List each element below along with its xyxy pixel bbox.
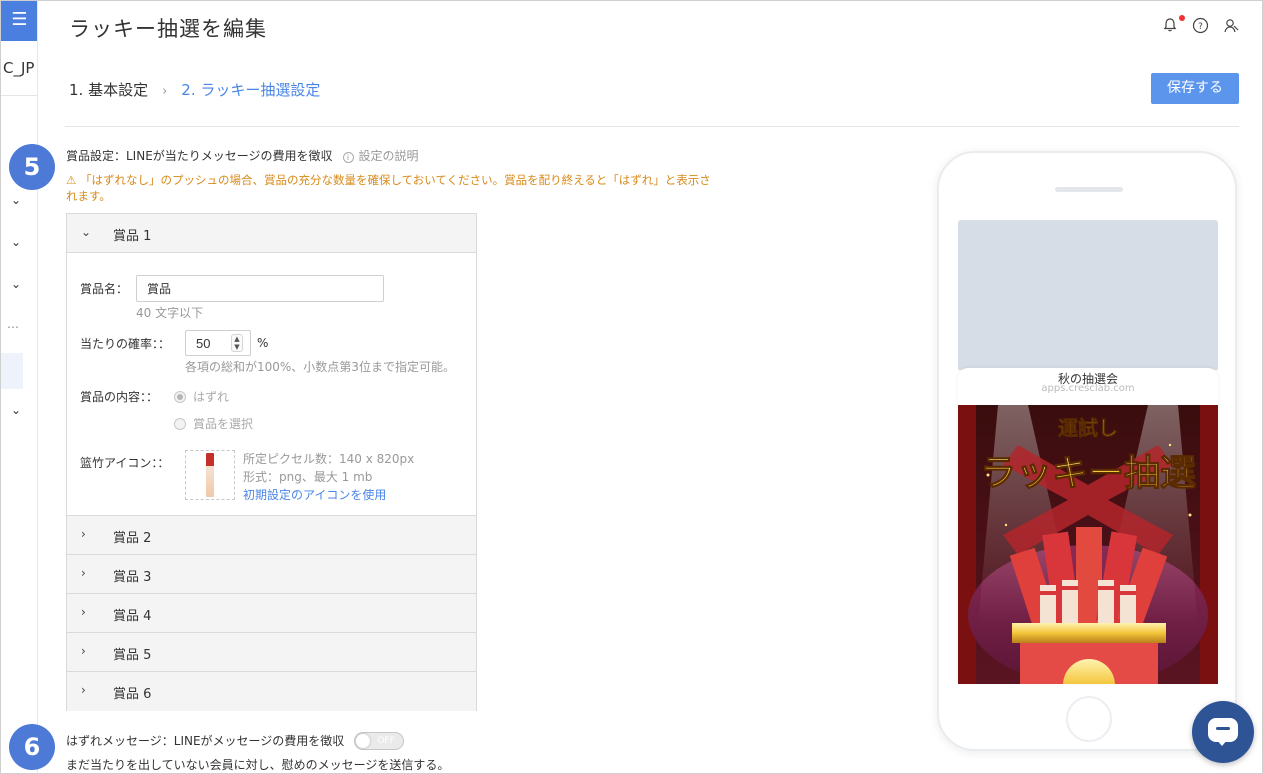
phone-home-button [1066, 696, 1112, 742]
warning-text: ⚠ 「はずれなし」のプッシュの場合、賞品の充分な数量を確保しておいてください。賞… [66, 173, 711, 203]
settings-help-link[interactable]: i 設定の説明 [342, 149, 419, 163]
sidebar-item-active[interactable] [1, 353, 23, 389]
chevron-down-icon: ⌄ [81, 225, 92, 239]
percent-unit: % [257, 336, 269, 350]
notification-dot [1179, 15, 1185, 21]
sidebar-divider [1, 95, 37, 96]
toggle-state: OFF [377, 736, 395, 746]
step-basic-settings[interactable]: 1. 基本設定 [69, 81, 148, 99]
step-breadcrumb: 1. 基本設定 › 2. ラッキー抽選設定 [69, 79, 320, 100]
svg-text:?: ? [1198, 22, 1203, 32]
miss-message-desc: まだ当たりを出していない会員に対し、慰めのメッセージを送信する。 [66, 758, 450, 772]
chevron-down-icon[interactable]: ⌄ [11, 193, 21, 207]
prize-accordion: ⌄ 賞品 1 賞品名： 40 文字以下 当たりの確率：： ▲▼ % 各項の総和が… [66, 213, 477, 711]
radio-miss-label: はずれ [193, 390, 230, 404]
prize-name-label: 賞品名： [80, 282, 129, 296]
preview-url: apps.cresclab.com [1041, 383, 1135, 394]
icon-format-spec: 形式：png、最大 1 mb [243, 470, 373, 484]
prize-header-5[interactable]: › 賞品 5 [67, 633, 476, 672]
chevron-right-icon: › [81, 527, 86, 541]
chevron-right-icon: › [81, 566, 86, 580]
prize-1-form: 賞品名： 40 文字以下 当たりの確率：： ▲▼ % 各項の総和が100%、小数… [67, 254, 476, 516]
lottery-banner: 運試し ラッキー抽選 [958, 405, 1218, 684]
prize-header-6[interactable]: › 賞品 6 [67, 672, 476, 711]
miss-message-label: はずれメッセージ：LINEがメッセージの費用を徴収 [66, 734, 345, 748]
phone-speaker [1055, 187, 1123, 192]
chat-icon-tail [1216, 739, 1228, 746]
probability-hint: 各項の総和が100%、小数点第3位まで指定可能。 [185, 360, 455, 374]
use-default-icon-link[interactable]: 初期設定のアイコンを使用 [243, 486, 414, 504]
step-badge-6: 6 [9, 724, 55, 770]
account-code: C_JP [3, 59, 35, 77]
phone-preview: 秋の抽選会 apps.cresclab.com 運試し ラッキー抽選 [937, 151, 1237, 751]
lottery-stick-image [206, 453, 214, 497]
chevron-right-icon: › [81, 683, 86, 697]
miss-message-toggle[interactable]: OFF [354, 732, 405, 750]
prize-content-label: 賞品の内容：： [80, 390, 159, 404]
prize-header-4[interactable]: › 賞品 4 [67, 594, 476, 633]
prize-settings-title: 賞品設定：LINEが当たりメッセージの費用を徴収 [66, 149, 333, 163]
probability-stepper[interactable]: ▲ ▼ [231, 334, 243, 352]
hamburger-icon[interactable]: ☰ [1, 1, 37, 41]
prize-label: 賞品 1 [113, 229, 152, 244]
prize-label: 賞品 6 [113, 687, 152, 702]
chevron-down-icon[interactable]: ⌄ [11, 235, 21, 249]
chevron-right-icon: › [162, 84, 168, 99]
prize-label: 賞品 5 [113, 648, 152, 663]
step-lottery-settings[interactable]: 2. ラッキー抽選設定 [181, 81, 320, 99]
miss-message-row: はずれメッセージ：LINEがメッセージの費用を徴収 OFF [66, 732, 405, 750]
prize-label: 賞品 4 [113, 609, 152, 624]
bell-icon[interactable] [1161, 17, 1179, 35]
header-divider [65, 126, 1239, 127]
settings-help-label: 設定の説明 [358, 149, 419, 163]
more-icon[interactable]: … [7, 317, 19, 331]
banner-subtitle: 運試し [1058, 416, 1118, 440]
chevron-right-icon: › [81, 644, 86, 658]
prize-header-1[interactable]: ⌄ 賞品 1 [67, 214, 476, 253]
sidebar: ☰ C_JP ⌄ ⌄ ⌄ … ⌄ [1, 1, 38, 773]
prize-label: 賞品 2 [113, 531, 152, 546]
user-icon[interactable] [1222, 17, 1240, 35]
chevron-right-icon: › [81, 605, 86, 619]
stick-icon-upload[interactable] [185, 450, 235, 500]
toggle-knob [356, 734, 371, 748]
stick-icon-label: 篮竹アイコン：： [80, 456, 170, 470]
radio-miss[interactable] [174, 391, 186, 403]
probability-label: 当たりの確率：： [80, 337, 171, 351]
prize-name-input[interactable] [136, 275, 384, 302]
prize-settings-heading: 賞品設定：LINEが当たりメッセージの費用を徴収 i 設定の説明 [66, 147, 419, 164]
chat-button[interactable] [1192, 701, 1254, 763]
preview-backdrop [958, 220, 1218, 370]
info-icon: i [342, 152, 354, 163]
chevron-down-icon[interactable]: ⌄ [11, 403, 21, 417]
radio-select-prize-label: 賞品を選択 [193, 417, 254, 431]
stick-icon-info: 所定ピクセル数：140 x 820px 形式：png、最大 1 mb 初期設定の… [243, 450, 414, 504]
chevron-down-icon[interactable]: ⌄ [11, 277, 21, 291]
prize-header-3[interactable]: › 賞品 3 [67, 555, 476, 594]
radio-select-prize[interactable] [174, 418, 186, 430]
prize-name-hint: 40 文字以下 [136, 306, 204, 320]
preview-sheet: 秋の抽選会 apps.cresclab.com 運試し ラッキー抽選 [958, 368, 1218, 684]
step-badge-5: 5 [9, 144, 55, 190]
app-frame: ☰ C_JP ⌄ ⌄ ⌄ … ⌄ ラッキー抽選を編集 ? 1. 基本設定 › 2. … [0, 0, 1263, 774]
icon-pixel-spec: 所定ピクセル数：140 x 820px [243, 452, 415, 466]
save-button[interactable]: 保存する [1151, 73, 1239, 104]
prize-label: 賞品 3 [113, 570, 152, 585]
banner-title: ラッキー抽選 [980, 452, 1196, 494]
help-icon[interactable]: ? [1191, 17, 1209, 35]
prize-header-2[interactable]: › 賞品 2 [67, 516, 476, 555]
page-title: ラッキー抽選を編集 [69, 17, 267, 41]
